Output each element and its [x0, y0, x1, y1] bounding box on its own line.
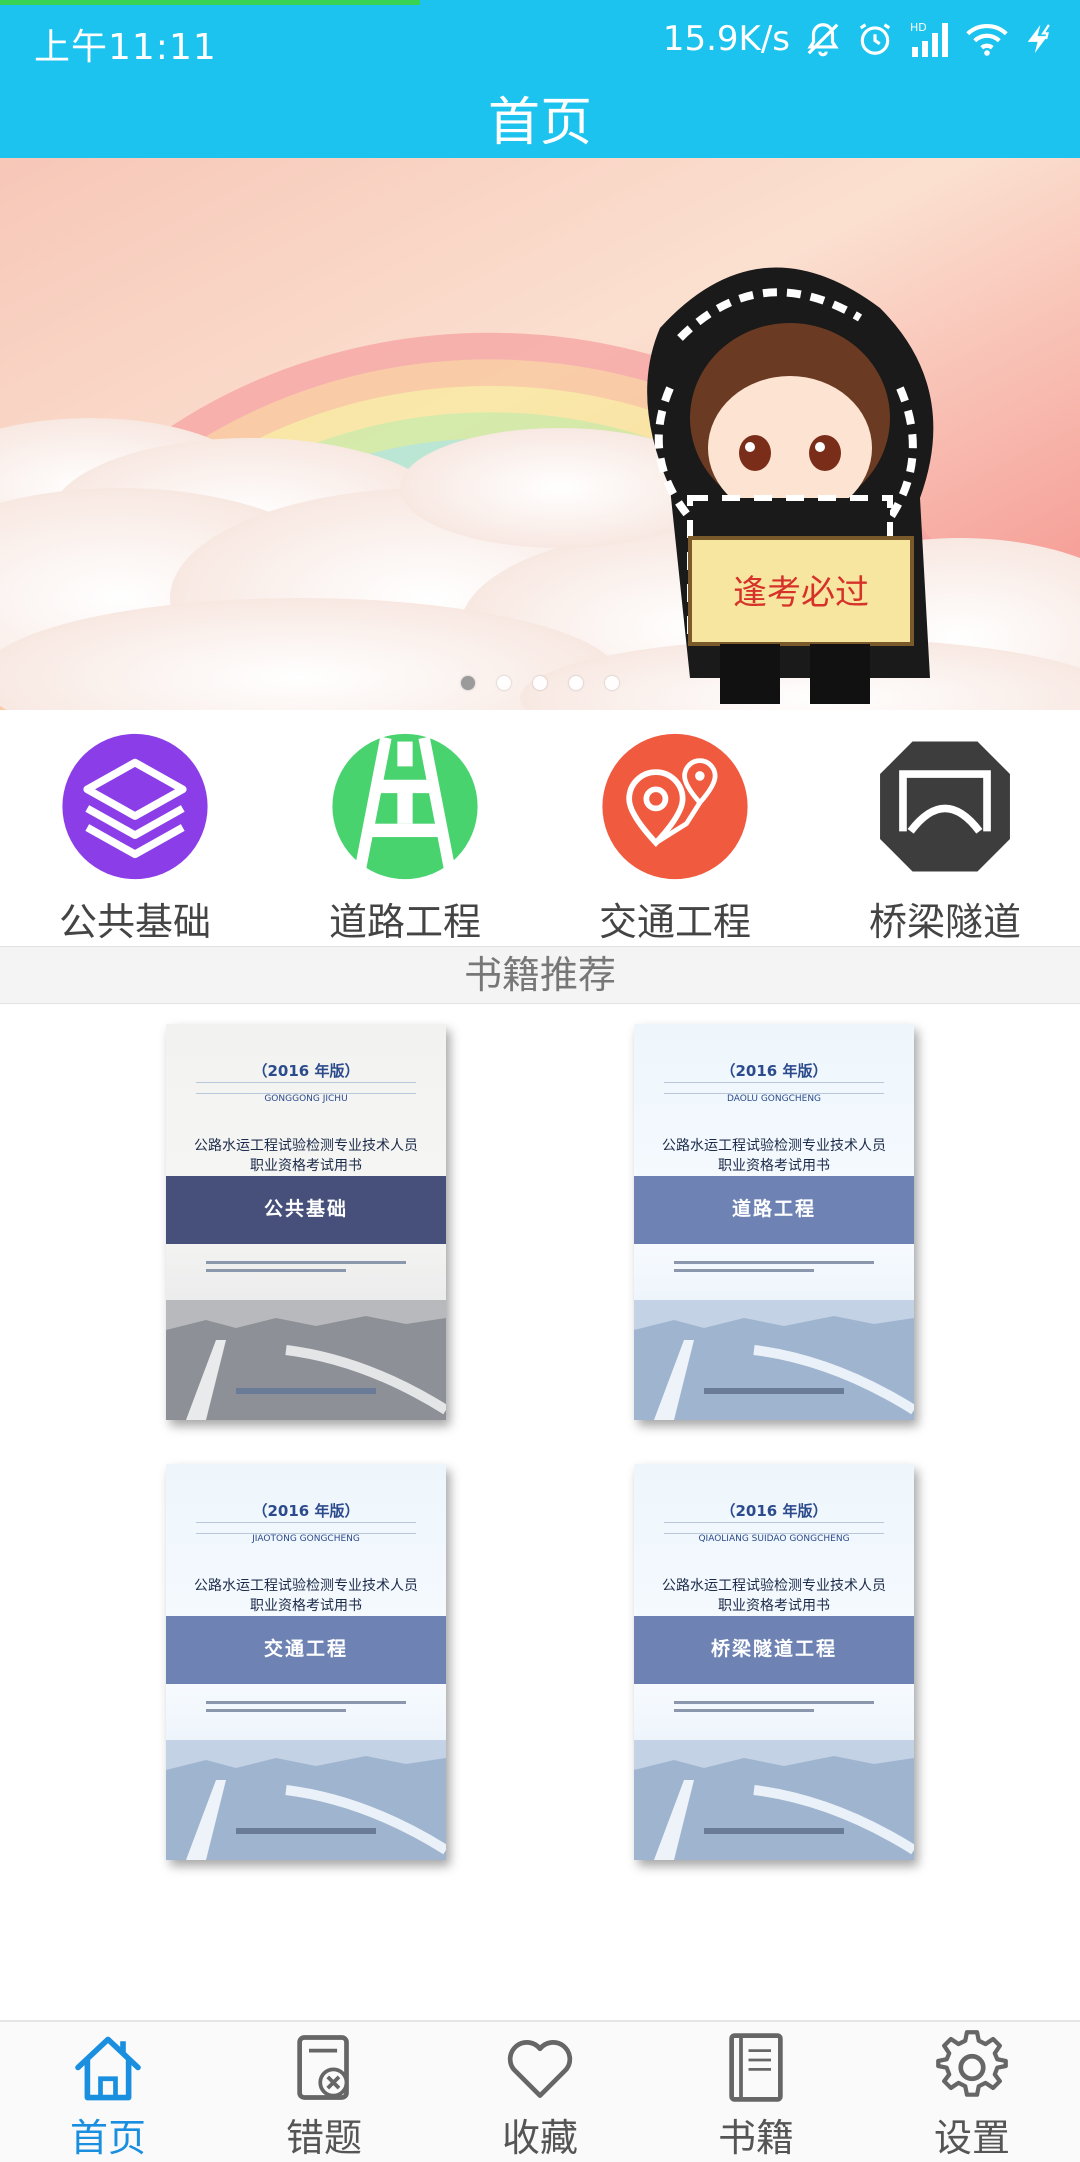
book-pinyin: GONGGONG JICHU — [264, 1094, 348, 1104]
book-title: 道路工程 — [731, 1198, 816, 1220]
book-series: 公路水运工程试验检测专业技术人员 职业资格考试用书 — [662, 1578, 886, 1614]
book-edition: （2016 年版） — [252, 1062, 360, 1080]
nav-label: 首页 — [69, 2116, 146, 2160]
category-bridge-tunnel[interactable]: 桥梁隧道 — [810, 710, 1080, 946]
wifi-icon — [966, 23, 1008, 56]
bottom-navigation: 首页 错题 收藏 书籍 设置 — [0, 2020, 1080, 2162]
book-series: 公路水运工程试验检测专业技术人员 职业资格考试用书 — [194, 1138, 418, 1174]
book-decor-lines — [196, 1082, 416, 1094]
book-publisher — [704, 1828, 844, 1834]
book-decor-lines — [664, 1522, 884, 1534]
wrong-questions-icon — [297, 2035, 349, 2100]
nav-books[interactable]: 书籍 — [648, 2022, 864, 2162]
road-icon — [332, 733, 478, 880]
book-card-bridge-tunnel-engineering[interactable]: （2016 年版） QIAOLIANG SUIDAO GONGCHENG 公路水… — [634, 1464, 914, 1860]
book-decor-lines — [196, 1522, 416, 1534]
book-series: 公路水运工程试验检测专业技术人员 职业资格考试用书 — [662, 1138, 886, 1174]
book-edition: （2016 年版） — [720, 1062, 828, 1080]
book-card-road-engineering[interactable]: （2016 年版） DAOLU GONGCHENG 公路水运工程试验检测专业技术… — [634, 1024, 914, 1420]
nav-wrong-questions[interactable]: 错题 — [216, 2022, 432, 2162]
app-header: 上午11:11 15.9K/s HD 首页 — [0, 0, 1080, 158]
tunnel-icon — [880, 741, 1010, 872]
book-card-public-basics[interactable]: （2016 年版） GONGGONG JICHU 公路水运工程试验检测专业技术人… — [166, 1024, 446, 1420]
carousel-dot[interactable] — [605, 676, 619, 690]
category-label: 桥梁隧道 — [868, 900, 1021, 944]
book-edition: （2016 年版） — [252, 1502, 360, 1520]
network-speed: 15.9K/s — [662, 19, 790, 59]
banner-image: 逢考必过 — [0, 158, 1080, 710]
book-title: 公共基础 — [263, 1198, 348, 1220]
category-label: 交通工程 — [598, 900, 751, 944]
nav-label: 设置 — [933, 2116, 1010, 2160]
layers-icon — [62, 733, 208, 880]
category-public-basics[interactable]: 公共基础 — [0, 710, 270, 946]
book-icon — [729, 2033, 783, 2102]
nav-label: 错题 — [285, 2116, 362, 2160]
map-pin-icon — [602, 733, 748, 880]
charging-icon — [1027, 24, 1050, 54]
nav-favorites[interactable]: 收藏 — [432, 2022, 648, 2162]
banner-carousel[interactable]: 逢考必过 — [0, 158, 1080, 710]
category-label: 公共基础 — [58, 900, 211, 944]
loading-progress-line — [0, 0, 420, 5]
sign-text: 逢考必过 — [733, 573, 869, 613]
nav-home[interactable]: 首页 — [0, 2022, 216, 2162]
book-publisher — [236, 1388, 376, 1394]
book-cover-city-image — [166, 1740, 446, 1860]
mute-bell-icon — [807, 23, 839, 57]
book-cover-city-image — [634, 1300, 914, 1420]
book-publisher — [704, 1388, 844, 1394]
book-cover-city-image — [634, 1740, 914, 1860]
carousel-dot[interactable] — [461, 676, 475, 690]
book-authors — [674, 1256, 874, 1286]
nav-label: 收藏 — [501, 2116, 578, 2160]
book-card-traffic-engineering[interactable]: （2016 年版） JIAOTONG GONGCHENG 公路水运工程试验检测专… — [166, 1464, 446, 1860]
category-row: 公共基础 道路工程 交通工程 桥梁隧道 — [0, 710, 1080, 946]
page-title: 首页 — [487, 93, 592, 153]
book-authors — [206, 1696, 406, 1726]
heart-icon — [507, 2040, 573, 2098]
carousel-dot[interactable] — [533, 676, 547, 690]
cartoon-character: 逢考必过 — [647, 267, 934, 704]
alarm-icon — [859, 23, 891, 55]
book-pinyin: QIAOLIANG SUIDAO GONGCHENG — [698, 1534, 850, 1544]
nav-label: 书籍 — [717, 2116, 794, 2160]
book-series: 公路水运工程试验检测专业技术人员 职业资格考试用书 — [194, 1578, 418, 1614]
book-pinyin: JIAOTONG GONGCHENG — [252, 1534, 360, 1544]
status-time: 上午11:11 — [34, 27, 217, 68]
svg-text:HD: HD — [910, 21, 927, 34]
book-title: 桥梁隧道工程 — [710, 1638, 837, 1660]
carousel-indicator — [0, 676, 1080, 706]
book-edition: （2016 年版） — [720, 1502, 828, 1520]
book-authors — [206, 1256, 406, 1286]
status-icons: 15.9K/s HD — [663, 14, 1056, 64]
carousel-dot[interactable] — [569, 676, 583, 690]
gear-icon — [936, 2030, 1008, 2097]
book-title: 交通工程 — [263, 1638, 348, 1660]
carousel-dot[interactable] — [497, 676, 511, 690]
section-title-book-recommendations: 书籍推荐 — [0, 946, 1080, 1004]
home-icon — [75, 2036, 141, 2101]
book-decor-lines — [664, 1082, 884, 1094]
signal-icon: HD — [910, 21, 948, 57]
book-cover-city-image — [166, 1300, 446, 1420]
book-publisher — [236, 1828, 376, 1834]
category-road-engineering[interactable]: 道路工程 — [270, 710, 540, 946]
nav-settings[interactable]: 设置 — [864, 2022, 1080, 2162]
book-pinyin: DAOLU GONGCHENG — [726, 1094, 822, 1104]
category-traffic-engineering[interactable]: 交通工程 — [540, 710, 810, 946]
book-authors — [674, 1696, 874, 1726]
category-label: 道路工程 — [328, 900, 481, 944]
